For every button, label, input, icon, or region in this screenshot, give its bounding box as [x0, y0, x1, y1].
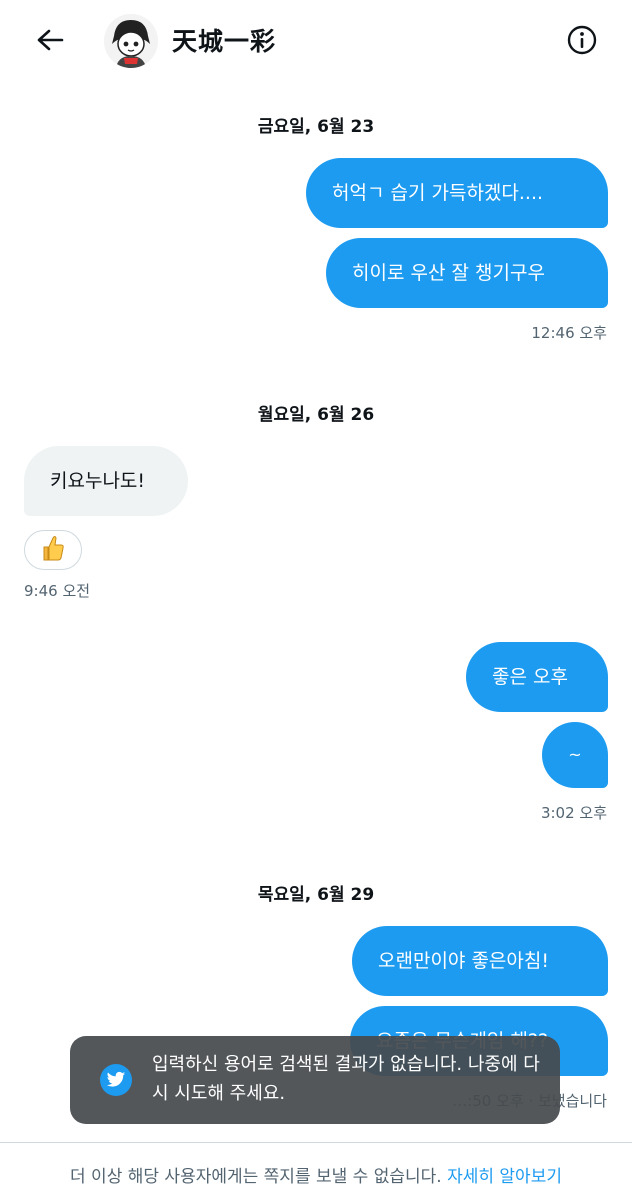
info-button[interactable]	[560, 22, 604, 62]
reaction-badge[interactable]	[24, 530, 82, 570]
message-text: 히이로 우산 잘 챙기구우	[352, 262, 545, 284]
message-timestamp: 9:46 오전	[24, 582, 91, 600]
message-text: ~	[568, 745, 582, 764]
message-timestamp: 3:02 오후	[540, 804, 607, 822]
dm-disabled-notice: 더 이상 해당 사용자에게는 쪽지를 보낼 수 없습니다. 자세히 알아보기	[0, 1162, 632, 1187]
toast-message: 입력하신 용어로 검색된 결과가 없습니다. 나중에 다시 시도해 주세요.	[152, 1054, 540, 1104]
message-bubble-incoming[interactable]: 키요누나도!	[24, 446, 188, 516]
avatar[interactable]	[104, 14, 158, 68]
date-separator: 목요일, 6월 29	[257, 885, 375, 905]
back-button[interactable]	[22, 20, 78, 64]
notice-text: 더 이상 해당 사용자에게는 쪽지를 보낼 수 없습니다.	[70, 1167, 442, 1187]
message-timestamp: 12:46 오후	[531, 324, 607, 342]
message-text: 오랜만이야 좋은아침!	[378, 950, 549, 972]
message-bubble-outgoing[interactable]: 허억ㄱ 습기 가득하겠다....	[306, 158, 608, 228]
learn-more-link[interactable]: 자세히 알아보기	[447, 1167, 562, 1187]
twitter-bird-icon	[100, 1064, 132, 1096]
date-separator: 월요일, 6월 26	[257, 405, 375, 425]
arrow-left-icon	[35, 28, 65, 56]
message-bubble-outgoing[interactable]: ~	[542, 722, 608, 788]
thumbs-up-emoji	[41, 534, 65, 566]
message-text: 키요누나도!	[50, 470, 146, 492]
conversation-title[interactable]: 天城一彩	[172, 22, 276, 62]
info-circle-icon	[566, 24, 598, 60]
message-bubble-outgoing[interactable]: 좋은 오후	[466, 642, 608, 712]
message-text: 허억ㄱ 습기 가득하겠다....	[332, 182, 544, 204]
date-separator: 금요일, 6월 23	[257, 117, 375, 137]
conversation-header: 天城一彩	[0, 0, 632, 84]
divider	[0, 1142, 632, 1143]
error-toast: 입력하신 용어로 검색된 결과가 없습니다. 나중에 다시 시도해 주세요.	[70, 1036, 560, 1124]
message-text: 좋은 오후	[492, 666, 568, 688]
message-bubble-outgoing[interactable]: 오랜만이야 좋은아침!	[352, 926, 608, 996]
message-bubble-outgoing[interactable]: 히이로 우산 잘 챙기구우	[326, 238, 608, 308]
